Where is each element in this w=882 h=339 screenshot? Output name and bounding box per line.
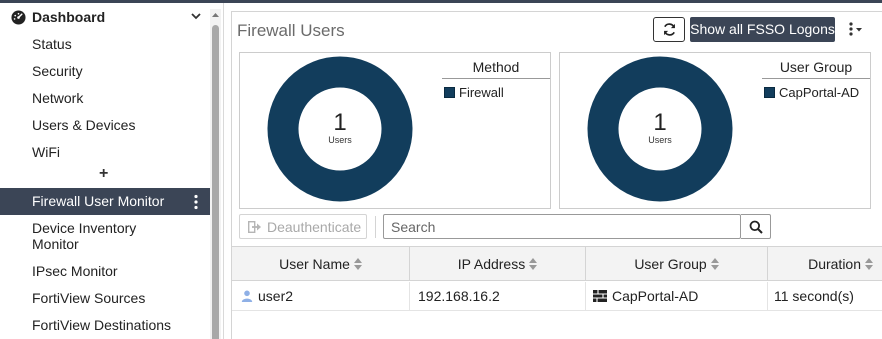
legend-swatch <box>764 87 775 98</box>
more-vertical-icon[interactable] <box>845 20 865 40</box>
show-fsso-logons-button[interactable]: Show all FSSO Logons <box>690 17 835 42</box>
donut-count: 1 <box>333 109 347 136</box>
legend-swatch <box>444 87 455 98</box>
duration-text: 11 second(s) <box>774 288 854 304</box>
search-icon <box>749 220 763 234</box>
sidebar-item-label: Network <box>32 90 84 106</box>
sort-icon <box>529 258 538 270</box>
table-header-row: User Name IP Address User Group Duration <box>232 247 882 281</box>
firewall-users-table: User Name IP Address User Group Duration… <box>232 246 882 339</box>
firewall-users-panel: Firewall Users Show all FSSO Logons 1 Us… <box>231 11 882 339</box>
column-header-user-name[interactable]: User Name <box>232 247 410 281</box>
method-chart-card: 1 Users Method Firewall <box>239 52 551 209</box>
more-vertical-icon[interactable] <box>193 194 199 210</box>
sidebar-item-label: Firewall User Monitor <box>32 193 165 209</box>
cell-duration: 11 second(s) <box>768 282 882 311</box>
legend-item[interactable]: Firewall <box>444 85 504 100</box>
panel-title: Firewall Users <box>237 21 345 40</box>
column-header-label: Duration <box>808 256 861 272</box>
legend-label: Firewall <box>459 85 504 100</box>
deauthenticate-button[interactable]: Deauthenticate <box>239 214 367 239</box>
deauthenticate-label: Deauthenticate <box>267 219 362 235</box>
donut-unit: Users <box>328 135 352 145</box>
user-name-text: user2 <box>258 288 294 304</box>
logout-icon <box>248 221 261 233</box>
column-header-label: User Name <box>279 256 350 272</box>
legend-item[interactable]: CapPortal-AD <box>764 85 859 100</box>
legend-label: CapPortal-AD <box>779 85 860 100</box>
chevron-down-icon[interactable] <box>190 10 202 22</box>
ip-address-text: 192.168.16.2 <box>418 288 500 304</box>
sidebar-item-label: Status <box>32 36 72 52</box>
sidebar-header-label: Dashboard <box>32 9 106 25</box>
column-header-duration[interactable]: Duration <box>768 247 882 281</box>
sidebar-item-label: FortiView Destinations <box>32 317 172 333</box>
dashboard-icon <box>11 10 26 25</box>
sort-icon <box>353 258 362 270</box>
table-row[interactable]: user2 192.168.16.2 CapPortal-AD 11 secon… <box>232 282 882 311</box>
sidebar-item-label: Device Inventory Monitor <box>32 220 137 252</box>
search-box <box>383 214 741 239</box>
sidebar-item-label: WiFi <box>32 144 60 160</box>
user-group-text: CapPortal-AD <box>612 288 699 304</box>
donut-unit: Users <box>648 135 672 145</box>
sidebar-item-firewall-user-monitor[interactable]: Firewall User Monitor <box>0 188 210 215</box>
sidebar-item-label: Security <box>32 63 83 79</box>
sidebar-item-label: Users & Devices <box>32 117 136 133</box>
column-header-label: IP Address <box>457 256 526 272</box>
sidebar-scrollbar[interactable] <box>210 9 221 339</box>
toolbar-divider <box>375 216 376 238</box>
legend-title: Method <box>442 59 550 79</box>
cell-ip-address: 192.168.16.2 <box>410 282 586 311</box>
donut-count: 1 <box>653 109 667 136</box>
column-header-user-group[interactable]: User Group <box>586 247 768 281</box>
column-header-ip-address[interactable]: IP Address <box>410 247 586 281</box>
cell-user-name: user2 <box>232 282 410 311</box>
cell-user-group: CapPortal-AD <box>586 282 768 311</box>
sidebar-item-label: IPsec Monitor <box>32 263 118 279</box>
scrollbar-thumb[interactable] <box>212 25 219 339</box>
search-input[interactable] <box>384 215 740 238</box>
user-group-chart-card: 1 Users User Group CapPortal-AD <box>559 52 871 209</box>
sort-icon <box>865 258 873 270</box>
refresh-icon <box>664 23 675 36</box>
sidebar-section-dashboard[interactable]: Dashboard <box>0 3 210 31</box>
column-header-label: User Group <box>634 256 707 272</box>
scroll-up-icon[interactable] <box>211 11 220 20</box>
sidebar: Dashboard Status Security Network Users … <box>0 3 224 339</box>
firewall-icon <box>593 290 607 302</box>
refresh-button[interactable] <box>653 17 685 42</box>
legend-title: User Group <box>762 59 870 79</box>
add-dashboard-button[interactable]: + <box>99 165 108 183</box>
sidebar-item-label: FortiView Sources <box>32 290 146 306</box>
sort-icon <box>710 258 719 270</box>
search-button[interactable] <box>741 214 771 239</box>
user-icon <box>241 290 253 302</box>
